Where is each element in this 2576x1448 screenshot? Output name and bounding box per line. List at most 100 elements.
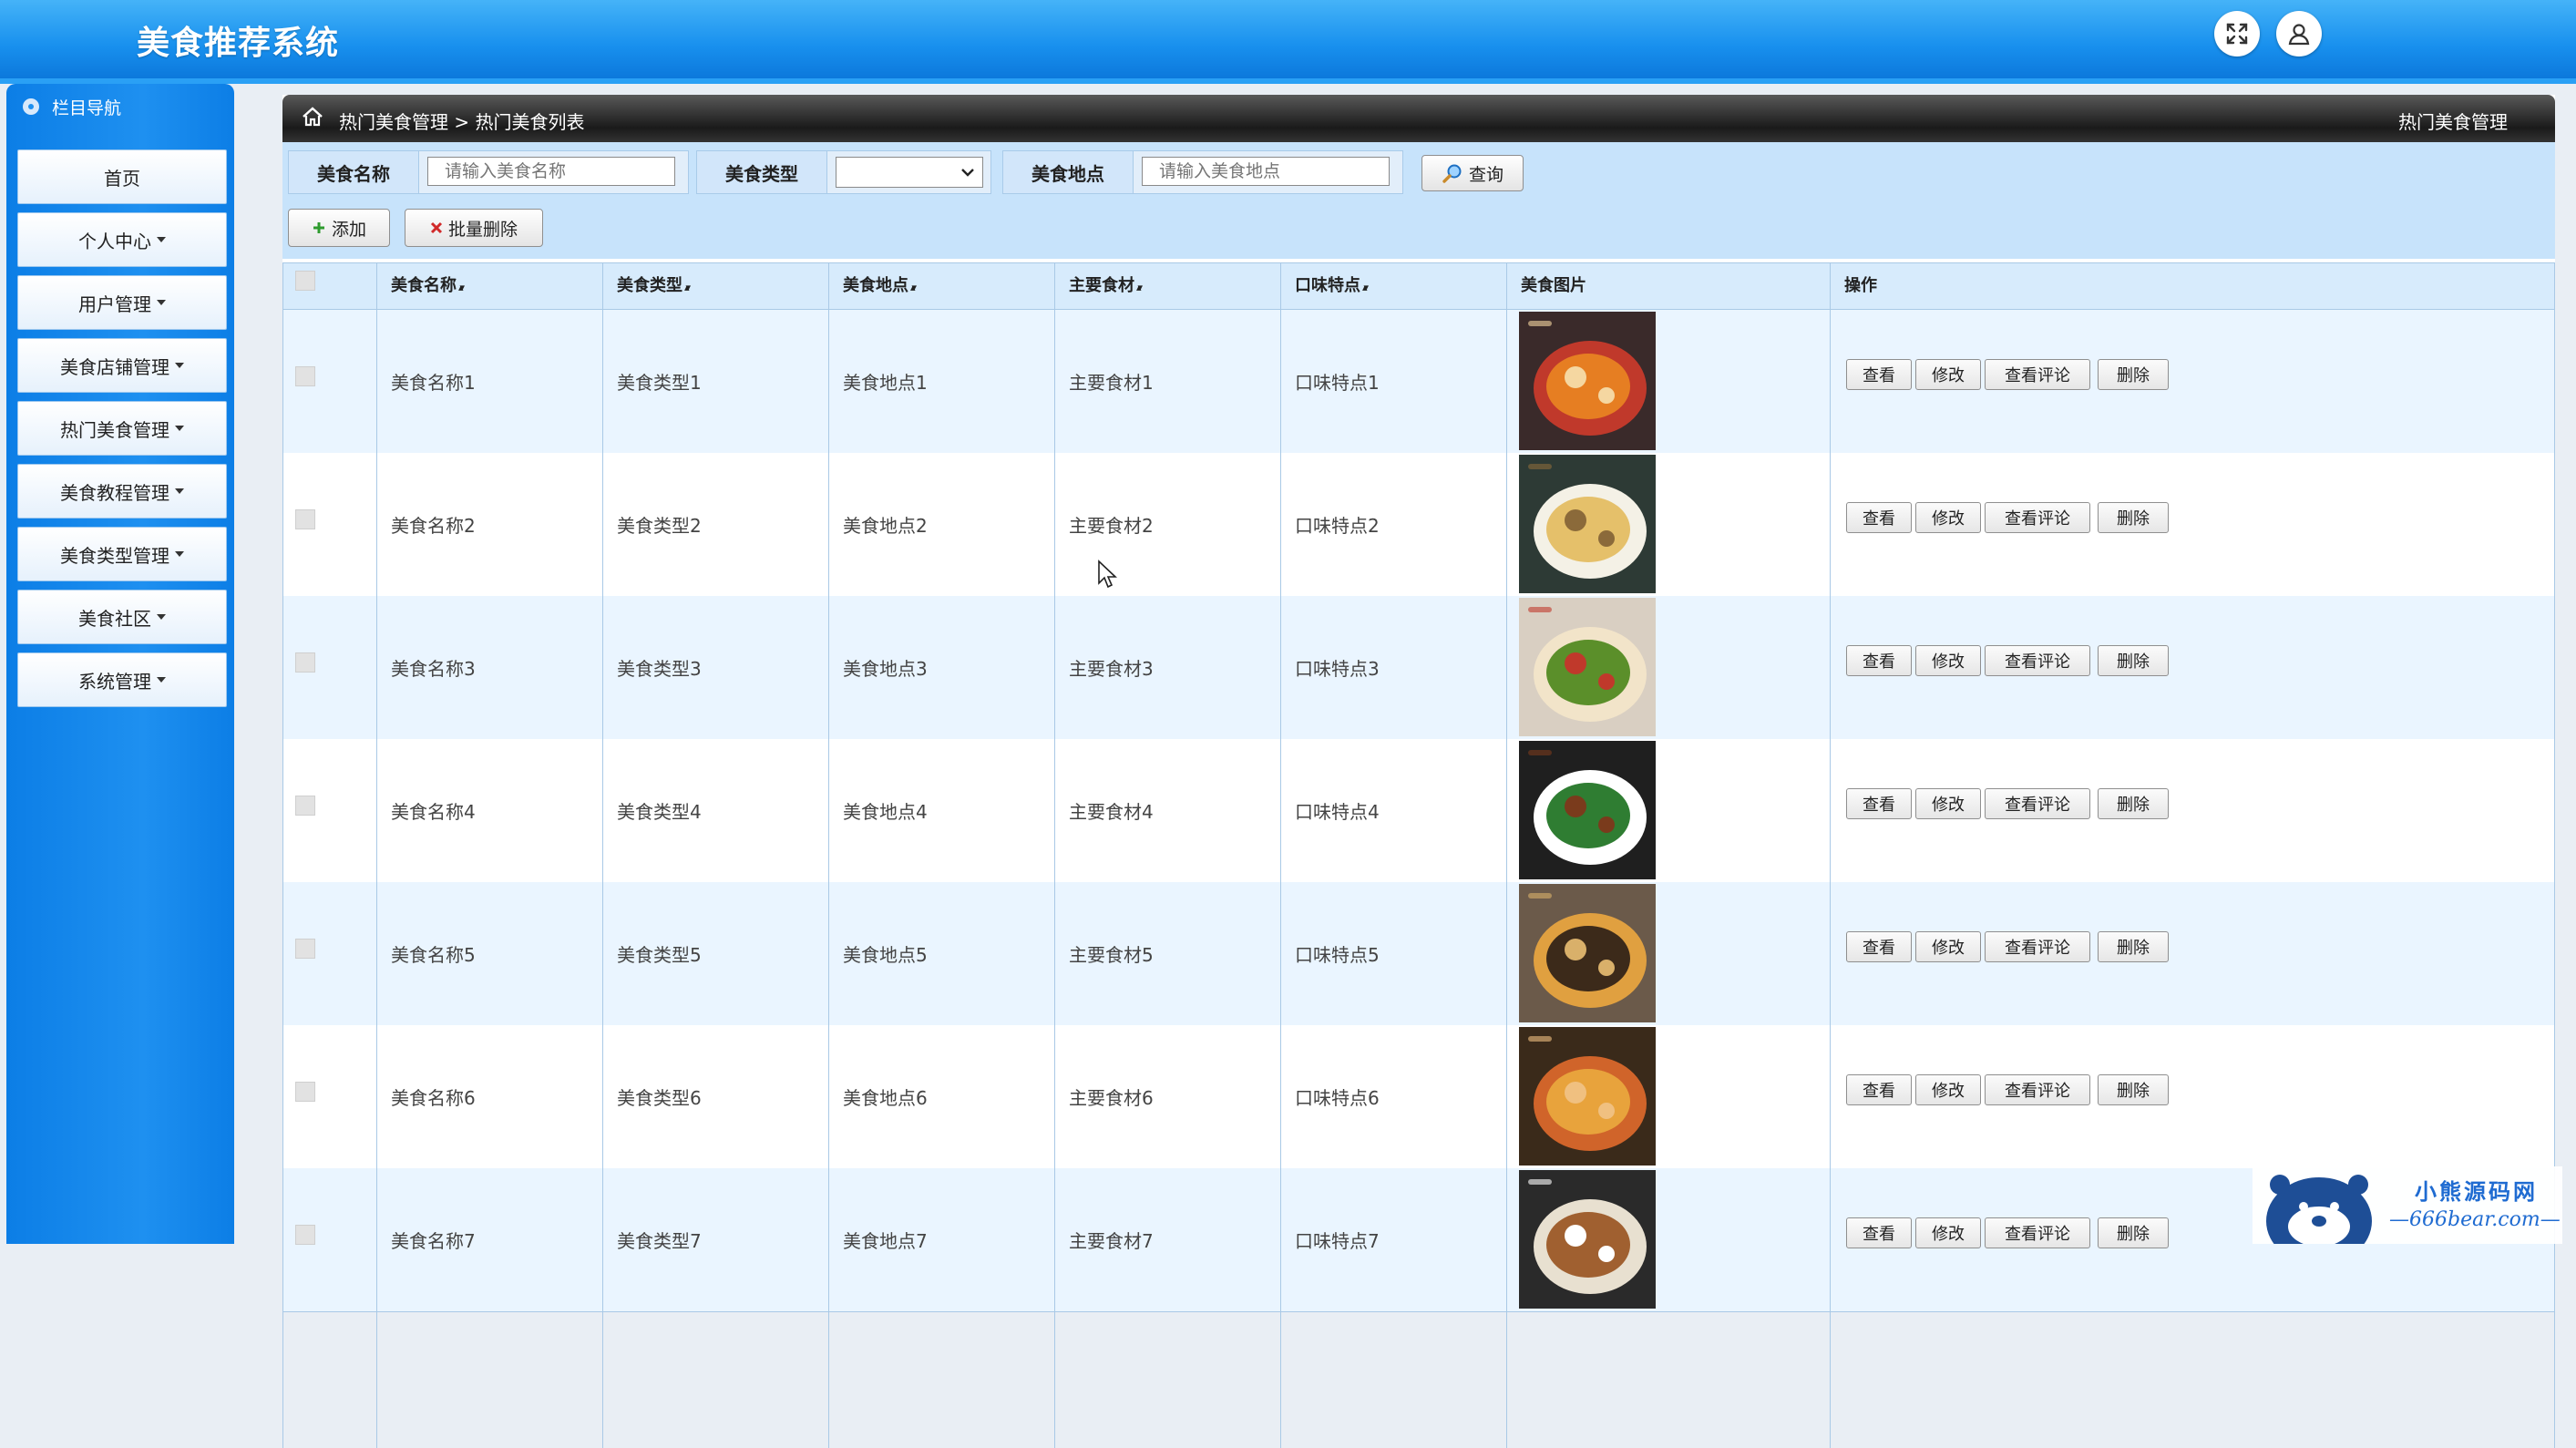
table-row: 美食名称7 美食类型7 美食地点7 主要食材7 口味特点7 查看 修改 查看评论 删除: [282, 1168, 2555, 1312]
view-button[interactable]: 查看: [1846, 788, 1912, 819]
breadcrumb-bar: 热门美食管理 > 热门美食列表 热门美食管理: [282, 95, 2555, 142]
sidebar-item[interactable]: 美食社区: [17, 590, 227, 644]
cell-actions: 查看 修改 查看评论 删除: [1830, 739, 2555, 882]
row-checkbox[interactable]: [295, 509, 315, 529]
breadcrumb: 热门美食管理 > 热门美食列表: [339, 111, 585, 133]
column-header[interactable]: 美食类型 ▴▾: [602, 263, 828, 309]
filter-bar: 美食名称 美食类型 美食地点 查询: [282, 142, 2555, 259]
name-search-input[interactable]: [427, 157, 675, 186]
food-image[interactable]: [1519, 455, 1656, 593]
cell-actions: 查看 修改 查看评论 删除: [1830, 1025, 2555, 1168]
mouse-cursor-icon: [1098, 560, 1117, 589]
grid-line: [1506, 263, 1507, 1448]
cell-image: [1506, 1168, 1830, 1311]
cell-type: 美食类型6: [617, 1087, 702, 1109]
table-row: 美食名称6 美食类型6 美食地点6 主要食材6 口味特点6 查看 修改 查看评论 删除: [282, 1025, 2555, 1169]
edit-button[interactable]: 修改: [1915, 502, 1981, 533]
cell-name: 美食名称3: [391, 658, 476, 680]
place-filter-group: 美食地点: [1002, 150, 1403, 194]
food-image[interactable]: [1519, 598, 1656, 736]
batch-delete-button[interactable]: 批量删除: [405, 209, 543, 247]
type-select[interactable]: [836, 157, 983, 188]
home-icon[interactable]: [301, 106, 324, 132]
sort-icon[interactable]: ▴▾: [458, 282, 465, 293]
view-comments-button[interactable]: 查看评论: [1985, 1074, 2090, 1105]
view-button[interactable]: 查看: [1846, 502, 1912, 533]
row-checkbox[interactable]: [295, 1225, 315, 1245]
sort-icon[interactable]: ▴▾: [910, 282, 917, 293]
row-checkbox[interactable]: [295, 366, 315, 386]
sidebar-item[interactable]: 美食类型管理: [17, 527, 227, 581]
delete-button[interactable]: 删除: [2098, 931, 2169, 962]
user-button[interactable]: [2276, 11, 2322, 56]
sort-icon[interactable]: ▴▾: [1136, 282, 1143, 293]
delete-button[interactable]: 删除: [2098, 788, 2169, 819]
view-button[interactable]: 查看: [1846, 645, 1912, 676]
view-comments-button[interactable]: 查看评论: [1985, 502, 2090, 533]
cell-place: 美食地点4: [843, 801, 928, 823]
food-image[interactable]: [1519, 1170, 1656, 1309]
sidebar-item[interactable]: 个人中心: [17, 212, 227, 267]
sort-icon[interactable]: ▴▾: [684, 282, 691, 293]
chevron-down-icon: [961, 169, 974, 177]
row-checkbox[interactable]: [295, 652, 315, 673]
sidebar-item[interactable]: 系统管理: [17, 652, 227, 707]
cell-image: [1506, 596, 1830, 739]
app-title: 美食推荐系统: [137, 25, 340, 62]
column-header-label: 美食图片: [1521, 276, 1586, 295]
column-header[interactable]: 主要食材 ▴▾: [1054, 263, 1280, 309]
fullscreen-button[interactable]: [2214, 11, 2260, 56]
sort-icon[interactable]: ▴▾: [1362, 282, 1369, 293]
sidebar-item[interactable]: 美食教程管理: [17, 464, 227, 519]
column-header[interactable]: 美食名称 ▴▾: [376, 263, 602, 309]
row-checkbox[interactable]: [295, 1082, 315, 1102]
name-filter-group: 美食名称: [288, 150, 689, 194]
food-image[interactable]: [1519, 741, 1656, 879]
view-button[interactable]: 查看: [1846, 1074, 1912, 1105]
column-header[interactable]: 美食地点 ▴▾: [828, 263, 1054, 309]
place-search-input[interactable]: [1142, 157, 1390, 186]
cell-image: [1506, 310, 1830, 453]
plus-icon: [313, 222, 324, 233]
delete-button[interactable]: 删除: [2098, 1074, 2169, 1105]
edit-button[interactable]: 修改: [1915, 1074, 1981, 1105]
type-filter-label: 美食类型: [697, 151, 827, 193]
food-image[interactable]: [1519, 1027, 1656, 1166]
sidebar-item-label: 美食类型管理: [60, 544, 169, 567]
add-button-label: 添加: [331, 219, 366, 240]
row-checkbox[interactable]: [295, 796, 315, 816]
caret-down-icon: [157, 237, 166, 242]
sidebar-item[interactable]: 首页: [17, 149, 227, 204]
sidebar-item[interactable]: 热门美食管理: [17, 401, 227, 456]
food-image[interactable]: [1519, 884, 1656, 1022]
search-button-label: 查询: [1468, 164, 1504, 185]
cell-name: 美食名称6: [391, 1087, 476, 1109]
edit-button[interactable]: 修改: [1915, 359, 1981, 390]
sidebar-item[interactable]: 美食店铺管理: [17, 338, 227, 393]
column-header[interactable]: 口味特点 ▴▾: [1280, 263, 1506, 309]
watermark: 小熊源码网 —666bear.com—: [2253, 1166, 2562, 1244]
edit-button[interactable]: 修改: [1915, 645, 1981, 676]
select-all-checkbox[interactable]: [295, 271, 315, 291]
caret-down-icon: [157, 300, 166, 305]
view-comments-button[interactable]: 查看评论: [1985, 788, 2090, 819]
view-comments-button[interactable]: 查看评论: [1985, 359, 2090, 390]
table-row: 美食名称5 美食类型5 美食地点5 主要食材5 口味特点5 查看 修改 查看评论 删除: [282, 882, 2555, 1026]
column-header-label: 美食类型: [617, 276, 682, 295]
delete-button[interactable]: 删除: [2098, 359, 2169, 390]
delete-button[interactable]: 删除: [2098, 502, 2169, 533]
edit-button[interactable]: 修改: [1915, 931, 1981, 962]
food-image[interactable]: [1519, 312, 1656, 450]
edit-button[interactable]: 修改: [1915, 788, 1981, 819]
view-button[interactable]: 查看: [1846, 931, 1912, 962]
sidebar-item-label: 系统管理: [78, 670, 151, 693]
view-comments-button[interactable]: 查看评论: [1985, 931, 2090, 962]
delete-button[interactable]: 删除: [2098, 645, 2169, 676]
view-comments-button[interactable]: 查看评论: [1985, 645, 2090, 676]
view-button[interactable]: 查看: [1846, 359, 1912, 390]
search-button[interactable]: 查询: [1421, 155, 1524, 191]
grid-line: [2554, 263, 2555, 1448]
add-button[interactable]: 添加: [288, 209, 390, 247]
row-checkbox[interactable]: [295, 939, 315, 959]
sidebar-item[interactable]: 用户管理: [17, 275, 227, 330]
